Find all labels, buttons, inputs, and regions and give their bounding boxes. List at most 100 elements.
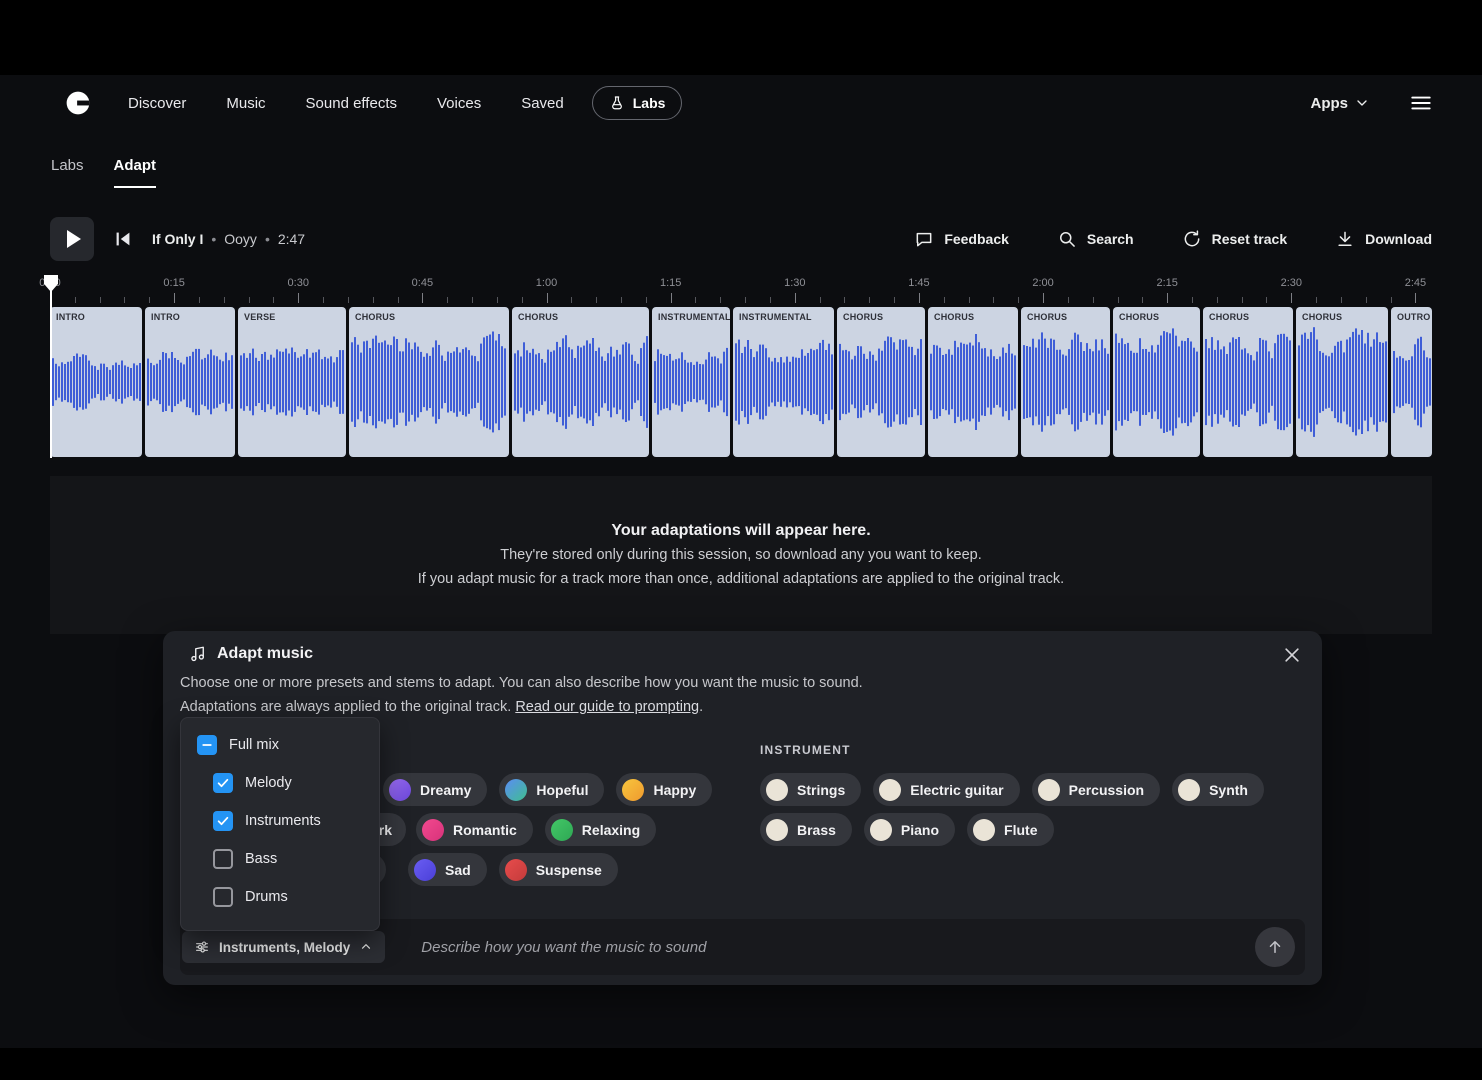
timeline-label: 0:15	[163, 277, 184, 289]
timeline-tick	[447, 297, 448, 303]
waveform-segment-chorus-9[interactable]: CHORUS	[1021, 307, 1110, 457]
timeline-tick	[869, 297, 870, 303]
prompt-input[interactable]	[419, 938, 1243, 957]
waveform-graphic	[652, 307, 730, 457]
chip-label: Piano	[901, 822, 939, 838]
waveform-segment-outro-13[interactable]: OUTRO	[1391, 307, 1432, 457]
nav-item-sound-effects[interactable]: Sound effects	[306, 95, 397, 112]
preset-chip-sad[interactable]: Sad	[408, 853, 487, 886]
download-button[interactable]: Download	[1335, 229, 1432, 249]
timeline-tick	[646, 297, 647, 303]
waveform-segment-verse-2[interactable]: VERSE	[238, 307, 346, 457]
timeline-tick	[1167, 293, 1168, 303]
instrument-chip-strings[interactable]: Strings	[760, 773, 861, 806]
nav-item-music[interactable]: Music	[226, 95, 265, 112]
waveform-segment-intro-1[interactable]: INTRO	[145, 307, 235, 457]
stem-option-bass[interactable]: Bass	[181, 840, 379, 878]
apps-menu-button[interactable]: Apps	[1311, 95, 1371, 112]
waveform-graphic	[928, 307, 1018, 457]
chip-label: Strings	[797, 782, 845, 798]
instrument-chip-piano[interactable]: Piano	[864, 813, 955, 846]
nav-item-discover[interactable]: Discover	[128, 95, 186, 112]
prompting-guide-link[interactable]: Read our guide to prompting	[515, 699, 699, 715]
track-artist: Ooyy	[224, 231, 257, 247]
reset-track-button[interactable]: Reset track	[1182, 229, 1288, 249]
instrument-row: Brass Piano Flute	[760, 813, 1054, 846]
segment-label: CHORUS	[1209, 312, 1249, 322]
stem-option-label: Full mix	[229, 737, 279, 753]
segment-label: CHORUS	[1119, 312, 1159, 322]
segment-label: CHORUS	[843, 312, 883, 322]
preset-chip-suspense[interactable]: Suspense	[499, 853, 618, 886]
waveform-segment-instrumental-6[interactable]: INSTRUMENTAL	[733, 307, 834, 457]
close-button[interactable]	[1282, 645, 1302, 665]
skip-back-button[interactable]	[112, 228, 134, 250]
playhead-line	[50, 289, 52, 458]
skip-back-icon	[112, 228, 134, 250]
preset-chip-relaxing[interactable]: Relaxing	[545, 813, 656, 846]
preset-chip-hopeful[interactable]: Hopeful	[499, 773, 604, 806]
instrument-chip-percussion[interactable]: Percussion	[1032, 773, 1160, 806]
track-duration: 2:47	[278, 231, 305, 247]
timeline-label: 1:00	[536, 277, 557, 289]
preset-chip-dreamy[interactable]: Dreamy	[383, 773, 487, 806]
play-button[interactable]	[50, 217, 94, 261]
feedback-button[interactable]: Feedback	[914, 229, 1009, 249]
stems-dropdown: Full mix MelodyInstrumentsBassDrums	[180, 717, 380, 931]
stem-option-instruments[interactable]: Instruments	[181, 802, 379, 840]
checkbox-checked-icon	[213, 811, 233, 831]
hamburger-menu-button[interactable]	[1408, 90, 1434, 116]
epidemic-sound-logo[interactable]	[64, 89, 92, 117]
waveform-segment-chorus-12[interactable]: CHORUS	[1296, 307, 1388, 457]
chip-label: Sad	[445, 862, 471, 878]
action-label: Download	[1365, 231, 1432, 247]
timeline-tick	[571, 297, 572, 303]
waveform-segment-instrumental-5[interactable]: INSTRUMENTAL	[652, 307, 730, 457]
download-icon	[1335, 229, 1355, 249]
instrument-color-dot	[870, 819, 892, 841]
timeline-ruler[interactable]: 0:000:150:300:451:001:151:301:452:002:15…	[50, 277, 1432, 303]
sliders-icon	[194, 939, 210, 955]
waveform-segment-chorus-7[interactable]: CHORUS	[837, 307, 925, 457]
instrument-section-label: INSTRUMENT	[760, 743, 851, 757]
nav-item-voices[interactable]: Voices	[437, 95, 481, 112]
player-actions: Feedback Search Reset track Download	[914, 229, 1432, 249]
preset-chip-happy[interactable]: Happy	[616, 773, 712, 806]
timeline-tick	[1266, 297, 1267, 303]
segment-label: INSTRUMENTAL	[739, 312, 812, 322]
submit-prompt-button[interactable]	[1255, 927, 1295, 967]
timeline-tick	[720, 297, 721, 303]
timeline-tick	[224, 297, 225, 303]
waveform-segment-chorus-8[interactable]: CHORUS	[928, 307, 1018, 457]
nav-item-saved[interactable]: Saved	[521, 95, 564, 112]
timeline-tick	[249, 297, 250, 303]
timeline-tick	[820, 297, 821, 303]
waveform-segment-chorus-11[interactable]: CHORUS	[1203, 307, 1293, 457]
instrument-chip-flute[interactable]: Flute	[967, 813, 1053, 846]
instrument-chip-synth[interactable]: Synth	[1172, 773, 1264, 806]
timeline-tick	[273, 297, 274, 303]
preset-chip-romantic[interactable]: Romantic	[416, 813, 533, 846]
nav-right: Apps	[1311, 90, 1435, 116]
instrument-chip-electric-guitar[interactable]: Electric guitar	[873, 773, 1019, 806]
waveform-segment-chorus-10[interactable]: CHORUS	[1113, 307, 1200, 457]
waveform-segment-chorus-4[interactable]: CHORUS	[512, 307, 649, 457]
instrument-color-dot	[766, 819, 788, 841]
tab-labs[interactable]: Labs	[51, 157, 84, 188]
instrument-chip-brass[interactable]: Brass	[760, 813, 852, 846]
stems-selector-button[interactable]: Instruments, Melody	[182, 931, 385, 963]
feedback-icon	[914, 229, 934, 249]
chip-label: Electric guitar	[910, 782, 1003, 798]
tab-adapt[interactable]: Adapt	[114, 157, 157, 188]
search-button[interactable]: Search	[1057, 229, 1134, 249]
stem-option-melody[interactable]: Melody	[181, 764, 379, 802]
timeline-label: 2:45	[1405, 277, 1426, 289]
waveform-segment-chorus-3[interactable]: CHORUS	[349, 307, 509, 457]
stem-option-full-mix[interactable]: Full mix	[181, 726, 379, 764]
waveform-segment-intro-0[interactable]: INTRO	[50, 307, 142, 457]
segment-label: INTRO	[56, 312, 85, 322]
stem-option-drums[interactable]: Drums	[181, 878, 379, 916]
timeline-tick	[695, 297, 696, 303]
nav-labs-button[interactable]: Labs	[592, 86, 683, 120]
instrument-color-dot	[1178, 779, 1200, 801]
